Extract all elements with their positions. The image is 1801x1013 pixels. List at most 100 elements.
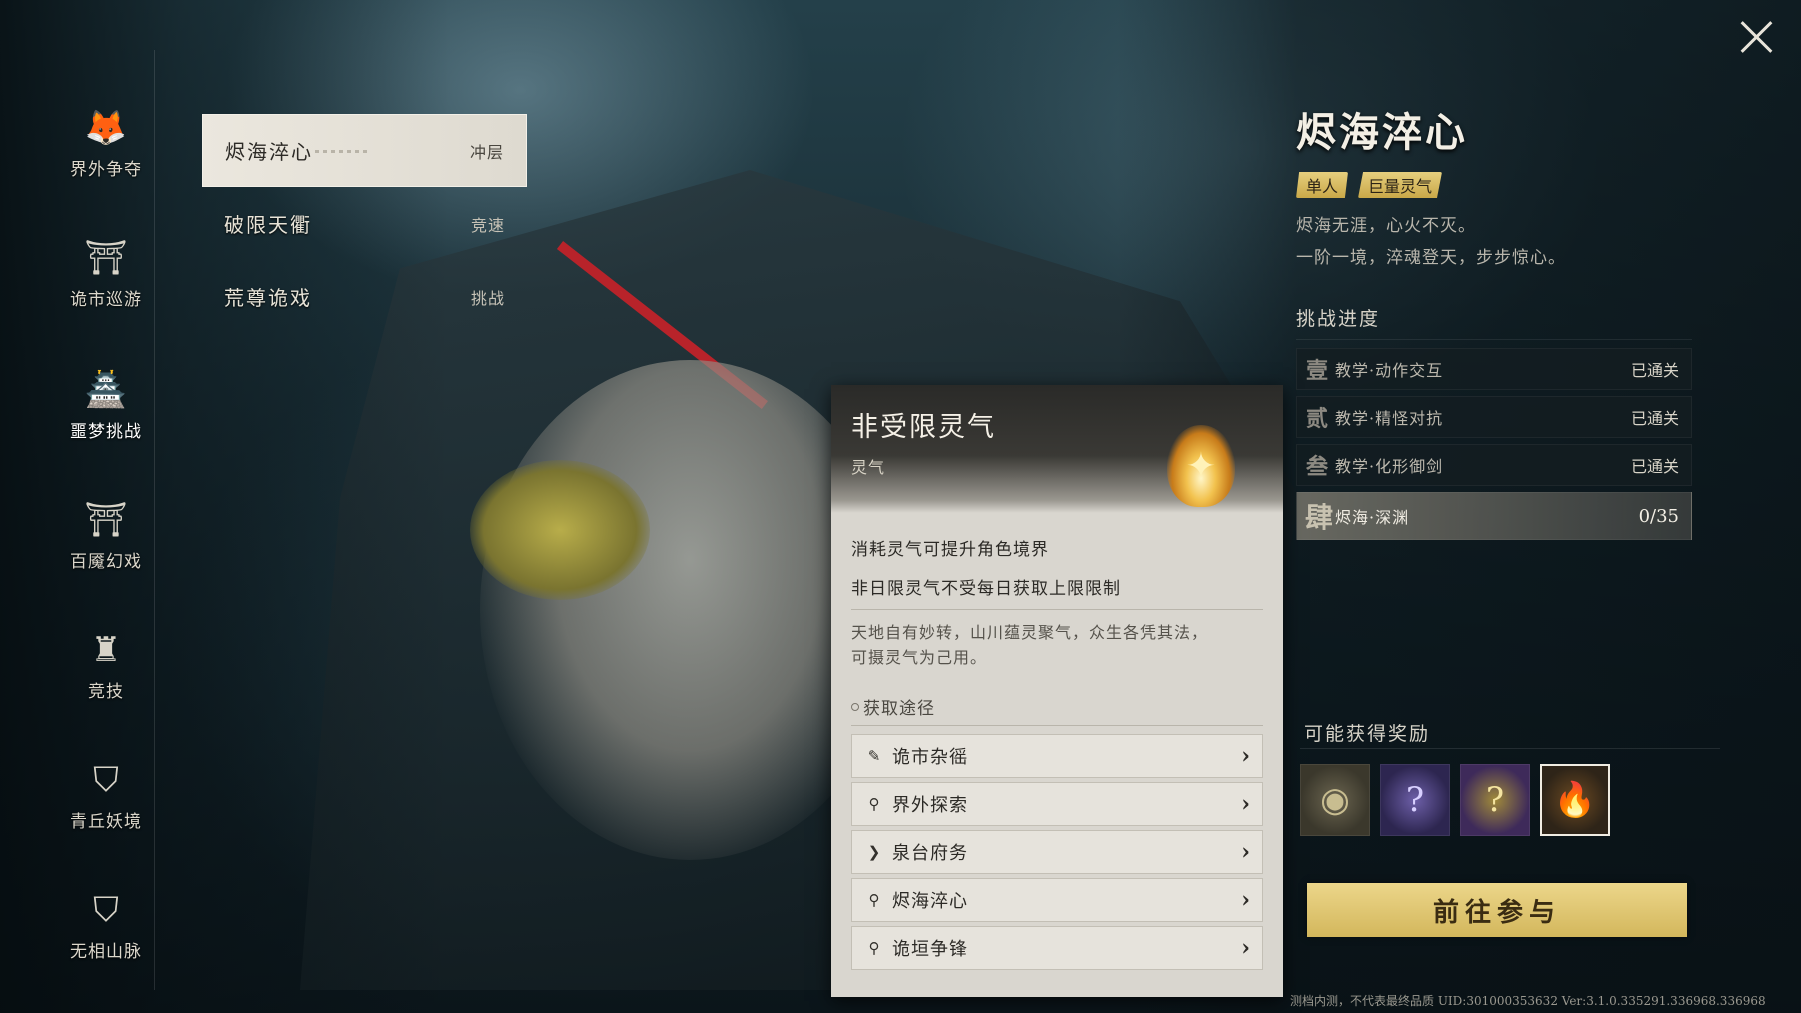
tooltip-line: 非日限灵气不受每日获取上限限制: [851, 579, 1121, 599]
chevron-right-icon: ›: [1241, 743, 1250, 769]
mode-item-poxian[interactable]: 破限天衢 竞速: [202, 187, 527, 260]
mode-tag: 冲层: [469, 142, 504, 162]
nav-item-qingqiu[interactable]: ⛉ 青丘妖境: [56, 722, 156, 832]
market-gate-icon: ⛩: [84, 238, 128, 278]
mode-description: 烬海无涯，心火不灭。 一阶一境，淬魂登天，步步惊心。: [1296, 210, 1692, 274]
location-pin-icon: ⚲: [868, 939, 880, 957]
nav-label: 百魇幻戏: [70, 552, 142, 572]
nav-label: 青丘妖境: [70, 812, 142, 832]
tag-badge: 巨量灵气: [1358, 172, 1443, 198]
source-name: 诡垣争锋: [892, 939, 968, 960]
mode-item-jinhai[interactable]: 烬海淬心 冲层: [202, 114, 527, 187]
stage-status: 已通关: [1630, 409, 1679, 428]
source-item[interactable]: ❯ 泉台府务 ›: [851, 830, 1263, 874]
fox-icon: 🦊: [84, 108, 128, 148]
mountain-shield-icon: ⛉: [93, 890, 119, 930]
location-pin-icon: ⚲: [868, 891, 880, 909]
description-line: 烬海无涯，心火不灭。: [1296, 216, 1476, 236]
mode-name: 荒尊诡戏: [224, 286, 312, 310]
chevron-right-icon: ›: [1241, 791, 1250, 817]
rewards-title: 可能获得奖励: [1304, 723, 1431, 745]
source-item[interactable]: ⚲ 烬海淬心 ›: [851, 878, 1263, 922]
chevron-right-icon: ›: [1241, 887, 1250, 913]
progress-row-current[interactable]: 肆烬海·深渊 0/35: [1296, 492, 1692, 540]
tooltip-header: 非受限灵气 灵气 ✦: [831, 385, 1283, 513]
build-info: 测档内测，不代表最终品质 UID:301000353632 Ver:3.1.0.…: [1290, 994, 1766, 1008]
progress-row[interactable]: 叁教学·化形御剑 已通关: [1296, 444, 1692, 486]
source-header: 获取途径: [851, 694, 1263, 719]
arrow-right-icon: ❯: [867, 843, 881, 861]
source-name: 烬海淬心: [892, 891, 968, 912]
stage-number: 壹: [1305, 358, 1328, 384]
progress-list: 壹教学·动作交互 已通关 贰教学·精怪对抗 已通关 叁教学·化形御剑 已通关 肆…: [1296, 348, 1692, 540]
nav-label: 竞技: [88, 682, 124, 702]
rewards-divider: [1300, 748, 1720, 749]
divider: [851, 609, 1263, 610]
stage-number: 叁: [1305, 454, 1328, 480]
nav-item-jiewai[interactable]: 🦊 界外争夺: [56, 70, 156, 180]
nav-item-emeng[interactable]: 🏯 噩梦挑战: [56, 332, 156, 442]
progress-row[interactable]: 壹教学·动作交互 已通关: [1296, 348, 1692, 390]
nav-label: 诡市巡游: [70, 290, 142, 310]
bullet-icon: [851, 702, 859, 711]
tooltip-body: 消耗灵气可提升角色境界 非日限灵气不受每日获取上限限制 天地自有妙转，山川蕴灵聚…: [831, 513, 1283, 970]
location-pin-icon: ⚲: [868, 795, 880, 813]
coin-icon[interactable]: ◉: [1300, 764, 1370, 836]
divider: [851, 725, 1263, 726]
item-tooltip-card: 非受限灵气 灵气 ✦ 消耗灵气可提升角色境界 非日限灵气不受每日获取上限限制 天…: [831, 385, 1283, 997]
stage-status: 已通关: [1630, 457, 1679, 476]
purple-mystery-icon[interactable]: ?: [1380, 764, 1450, 836]
source-name: 泉台府务: [892, 843, 968, 864]
mode-name: 烬海淬心: [225, 140, 313, 164]
nav-label: 噩梦挑战: [70, 422, 142, 442]
chevron-right-icon: ›: [1241, 839, 1250, 865]
mode-name: 破限天衢: [224, 213, 312, 237]
flame-icon[interactable]: 🔥: [1540, 764, 1610, 836]
join-button-label: 前往参与: [1432, 897, 1561, 928]
source-name: 诡市杂徭: [892, 747, 968, 768]
stage-status: 0/35: [1638, 505, 1679, 527]
stage-status: 已通关: [1630, 361, 1679, 380]
join-button[interactable]: 前往参与: [1307, 883, 1687, 937]
source-item[interactable]: ⚲ 诡垣争锋 ›: [851, 926, 1263, 970]
mode-item-huangzun[interactable]: 荒尊诡戏 挑战: [202, 260, 527, 333]
progress-title: 挑战进度: [1296, 304, 1692, 340]
source-title: 获取途径: [863, 699, 935, 719]
progress-row[interactable]: 贰教学·精怪对抗 已通关: [1296, 396, 1692, 438]
mode-tag: 竞速: [470, 215, 505, 235]
mode-detail-panel: 烬海淬心 单人 巨量灵气 烬海无涯，心火不灭。 一阶一境，淬魂登天，步步惊心。 …: [1296, 100, 1692, 546]
mode-tag: 挑战: [470, 288, 505, 308]
flame-icon: ✦: [1167, 425, 1235, 507]
stage-number: 贰: [1305, 406, 1328, 432]
mode-title: 烬海淬心: [1296, 109, 1468, 156]
fox-shield-icon: ⛉: [93, 760, 119, 800]
nav-item-wuxiang[interactable]: ⛉ 无相山脉: [56, 852, 156, 962]
left-navigation: 🦊 界外争夺 ⛩ 诡市巡游 🏯 噩梦挑战 ⛩ 百魇幻戏 ♜ 竞技 ⛉ 青丘妖境 …: [0, 0, 160, 1013]
tag-badge: 单人: [1296, 172, 1349, 198]
brush-icon: ✎: [867, 747, 881, 765]
flavor-line: 可摄灵气为己用。: [851, 648, 988, 667]
decorative-dots: [315, 150, 371, 153]
nav-item-guishi[interactable]: ⛩ 诡市巡游: [56, 200, 156, 310]
source-item[interactable]: ⚲ 界外探索 ›: [851, 782, 1263, 826]
stage-number: 肆: [1305, 501, 1334, 534]
source-name: 界外探索: [892, 795, 968, 816]
gold-mystery-icon[interactable]: ?: [1460, 764, 1530, 836]
chevron-right-icon: ›: [1241, 935, 1250, 961]
nav-label: 界外争夺: [70, 160, 142, 180]
stage-name: 烬海·深渊: [1335, 508, 1410, 527]
mode-list: 烬海淬心 冲层 破限天衢 竞速 荒尊诡戏 挑战: [202, 114, 527, 333]
tooltip-line: 消耗灵气可提升角色境界: [851, 540, 1049, 560]
pagoda-icon: 🏯: [84, 370, 128, 410]
close-icon[interactable]: [1735, 16, 1777, 58]
mode-tags: 单人 巨量灵气: [1296, 172, 1692, 198]
stage-name: 教学·化形御剑: [1335, 457, 1444, 476]
stage-name: 教学·动作交互: [1335, 361, 1444, 380]
description-line: 一阶一境，淬魂登天，步步惊心。: [1296, 248, 1566, 268]
source-item[interactable]: ✎ 诡市杂徭 ›: [851, 734, 1263, 778]
rewards-list: ◉ ? ? 🔥: [1300, 764, 1610, 836]
tooltip-flavor-text: 天地自有妙转，山川蕴灵聚气，众生各凭其法， 可摄灵气为己用。: [851, 620, 1263, 670]
nav-item-baiyan[interactable]: ⛩ 百魇幻戏: [56, 462, 156, 572]
nav-item-jingji[interactable]: ♜ 竞技: [56, 592, 156, 702]
flavor-line: 天地自有妙转，山川蕴灵聚气，众生各凭其法，: [851, 623, 1209, 642]
